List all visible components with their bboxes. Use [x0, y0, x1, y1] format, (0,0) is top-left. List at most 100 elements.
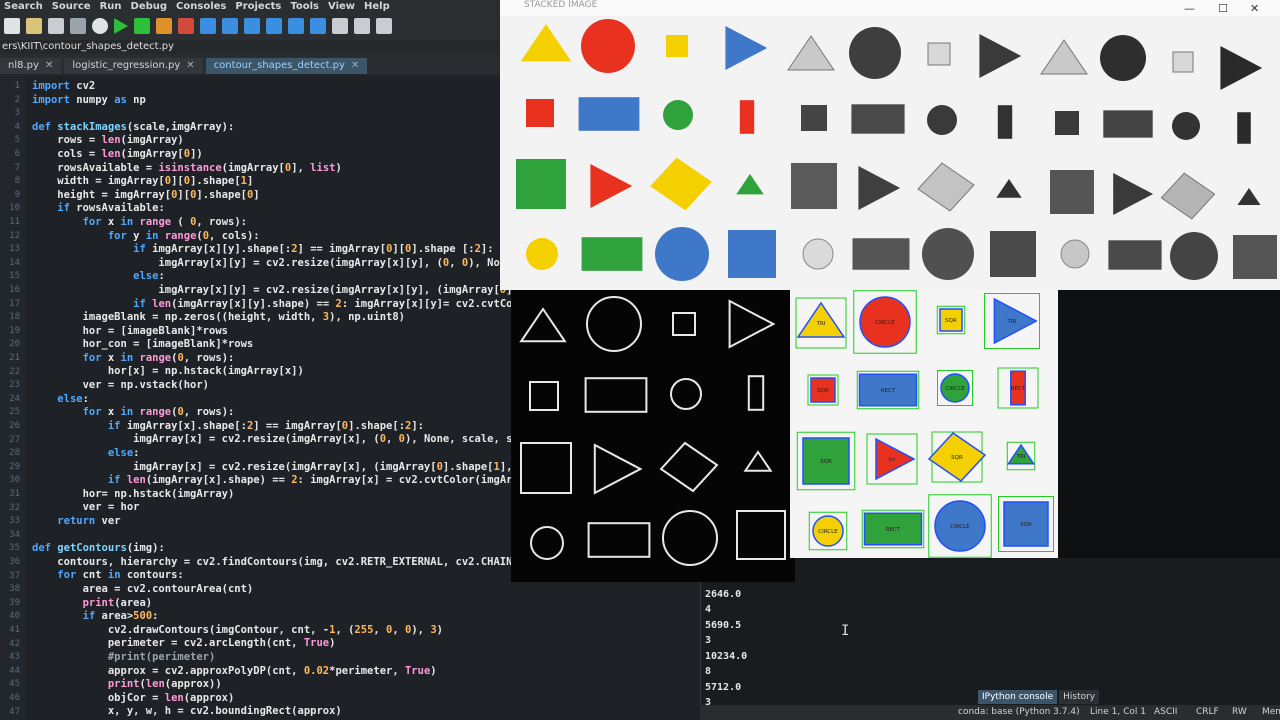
- rectangle-shape: [578, 97, 640, 131]
- shape-label: SQR: [817, 388, 829, 394]
- close-icon[interactable]: ✕: [351, 60, 359, 71]
- line-number: 13: [9, 244, 20, 255]
- line-number: 42: [9, 638, 20, 649]
- window-titlebar[interactable]: STACKED IMAGE — ☐ ✕: [500, 0, 1280, 17]
- tab-logistic-regression[interactable]: logistic_regression.py ✕: [64, 58, 203, 74]
- rectangle-shape: [851, 104, 905, 134]
- menu-item-tools[interactable]: Tools: [290, 1, 319, 12]
- tab-label: contour_shapes_detect.py: [213, 60, 345, 71]
- rectangle-shape: [739, 100, 755, 134]
- menu-item-debug[interactable]: Debug: [131, 1, 168, 12]
- at-icon[interactable]: [92, 18, 108, 34]
- line-number: 21: [9, 353, 20, 363]
- close-icon[interactable]: ✕: [45, 60, 53, 71]
- square-shape: [1233, 235, 1277, 279]
- tab-contour-shapes-detect[interactable]: contour_shapes_detect.py ✕: [205, 58, 368, 74]
- tab-nl8[interactable]: nl8.py ✕: [0, 58, 62, 74]
- line-number: 29: [9, 461, 20, 472]
- line-number: 38: [9, 584, 20, 595]
- search-icon[interactable]: [4, 18, 20, 34]
- line-number: 27: [9, 434, 20, 445]
- line-number: 24: [9, 393, 20, 404]
- console-output: 4 2646.0 4 5690.5 3 10234.0 8 5712.0 3: [705, 573, 748, 708]
- toolbar: [0, 12, 514, 40]
- maximize-pane-icon[interactable]: [332, 18, 348, 34]
- line-number: 41: [9, 625, 20, 635]
- shape-label: CIRCLE: [950, 524, 970, 530]
- minimize-icon[interactable]: —: [1184, 2, 1195, 15]
- shape-label: RECT: [886, 527, 901, 533]
- list-icon[interactable]: [70, 18, 86, 34]
- menu-item-view[interactable]: View: [328, 1, 355, 12]
- shape-label: SQR: [1020, 522, 1032, 528]
- canny-edges-panel: [511, 290, 795, 582]
- step-return-icon[interactable]: [266, 18, 282, 34]
- run-cell-advance-icon[interactable]: [156, 18, 172, 34]
- preferences-icon[interactable]: [354, 18, 370, 34]
- circle-shape: [581, 19, 635, 73]
- maximize-icon[interactable]: ☐: [1218, 2, 1228, 15]
- line-number: 10: [9, 203, 20, 214]
- shape-label: tri: [889, 457, 895, 463]
- shape-label: CIRCLE: [945, 386, 965, 392]
- close-icon[interactable]: ✕: [1250, 2, 1259, 15]
- shape-label: TRI: [816, 321, 826, 327]
- menu-item-consoles[interactable]: Consoles: [176, 1, 226, 12]
- rectangle-shape: [581, 237, 643, 271]
- python-path-icon[interactable]: [376, 18, 392, 34]
- line-number: 18: [9, 312, 20, 323]
- circle-shape: [526, 238, 558, 270]
- line-number: 17: [9, 298, 20, 309]
- line-number: 16: [9, 285, 20, 295]
- line-number: 45: [9, 679, 20, 690]
- file-path: ers\KIIT\contour_shapes_detect.py: [0, 40, 512, 54]
- run-selection-icon[interactable]: [178, 18, 194, 34]
- line-number: 1: [14, 81, 20, 91]
- stacked-image-window[interactable]: STACKED IMAGE — ☐ ✕ TRI CIRCLE SQR TRI SQR RE…: [500, 0, 1280, 582]
- console-tabs: IPython console History: [978, 690, 1100, 704]
- close-icon[interactable]: ✕: [186, 60, 194, 71]
- circle-shape: [1060, 239, 1090, 269]
- line-number: 25: [9, 407, 20, 418]
- tab-ipython-console[interactable]: IPython console: [978, 690, 1058, 704]
- menu-item-search[interactable]: Search: [4, 1, 43, 12]
- shape-label: CIRCLE: [818, 529, 838, 535]
- conda-env-status: conda: base (Python 3.7.4): [958, 707, 1080, 717]
- save-all-icon[interactable]: [48, 18, 64, 34]
- cursor-position: Line 1, Col 1: [1090, 707, 1146, 717]
- menu-item-source[interactable]: Source: [52, 1, 91, 12]
- step-into-icon[interactable]: [244, 18, 260, 34]
- rectangle-shape: [997, 105, 1013, 139]
- step-icon[interactable]: [222, 18, 238, 34]
- debug-icon[interactable]: [200, 18, 216, 34]
- line-number: 19: [9, 325, 20, 336]
- shape-label: CIRCLE: [875, 320, 895, 326]
- run-cell-icon[interactable]: [134, 18, 150, 34]
- run-icon[interactable]: [114, 18, 128, 34]
- tab-label: nl8.py: [8, 60, 39, 71]
- status-bar: conda: base (Python 3.7.4) Line 1, Col 1…: [700, 705, 1280, 720]
- line-number: 15: [9, 271, 20, 282]
- menu-item-projects[interactable]: Projects: [235, 1, 281, 12]
- rw-status: RW: [1232, 707, 1247, 717]
- line-number: 3: [14, 108, 20, 119]
- line-number: 6: [14, 149, 20, 159]
- tab-label: logistic_regression.py: [72, 60, 181, 71]
- line-number: 32: [9, 502, 20, 513]
- line-number: 46: [9, 693, 20, 703]
- tab-history[interactable]: History: [1059, 690, 1100, 704]
- line-number: 8: [14, 176, 20, 187]
- shape-label: SQR: [945, 318, 957, 324]
- line-number: 2: [14, 94, 20, 105]
- line-number-gutter: 1 2 3 4 5 6 7 8 9 10 11 12 13 14 15 16 17 18 19 20 21 22 23 24 2…: [0, 76, 26, 720]
- menu-item-help[interactable]: Help: [364, 1, 390, 12]
- stacked-image-canvas: TRI CIRCLE SQR TRI SQR RECT CIRCLE RECT SQR tri SQ…: [500, 16, 1280, 582]
- menu-item-run[interactable]: Run: [100, 1, 122, 12]
- save-icon[interactable]: [26, 18, 42, 34]
- square-shape: [990, 231, 1036, 277]
- shape-label: TRI: [1016, 454, 1026, 460]
- continue-icon[interactable]: [288, 18, 304, 34]
- stop-icon[interactable]: [310, 18, 326, 34]
- memory-status: Mem: [1262, 707, 1280, 717]
- editor-tabs: nl8.py ✕ logistic_regression.py ✕ contour_…: [0, 54, 510, 74]
